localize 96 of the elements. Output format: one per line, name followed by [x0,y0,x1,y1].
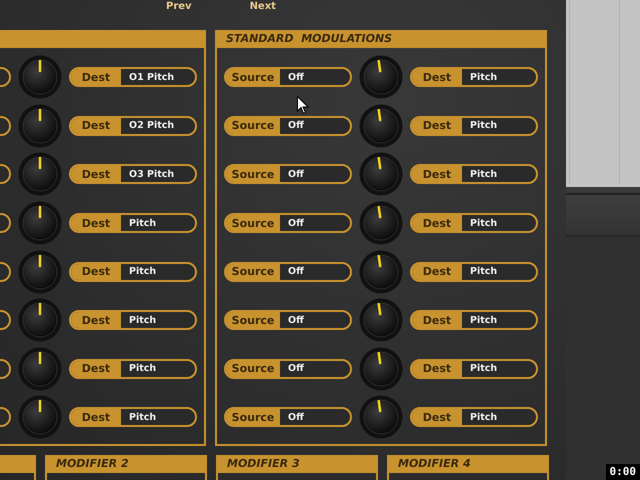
field-value: Pitch [469,70,498,85]
knob[interactable] [359,104,403,148]
source-field[interactable]: Source Off [224,358,352,379]
field-value: Pitch [128,314,158,328]
field-value: Pitch [469,410,498,425]
knob[interactable] [359,250,403,294]
knob[interactable] [18,152,62,196]
field-label: Dest [412,312,462,328]
source-field[interactable]: Source Off [224,116,352,136]
field-value: Off [287,410,305,425]
cursor-icon [297,96,309,115]
dest-field[interactable]: Dest O1 Pitch [69,67,197,88]
field-value: Off [287,362,305,376]
field-label: Dest [412,360,462,377]
field-value: Pitch [128,265,158,280]
nav-link[interactable]: Next [250,0,276,14]
knob[interactable] [18,201,62,246]
field-value: Off [287,265,305,280]
source-field[interactable]: Source Off [224,262,352,282]
source-field[interactable]: Source Off [224,67,352,88]
field-label: Dest [71,264,121,280]
field-label: Source [226,360,280,377]
field-value: Pitch [128,362,158,376]
field-value: O3 Pitch [128,168,176,182]
knob[interactable] [18,298,62,342]
dest-field[interactable]: Dest O2 Pitch [69,116,197,136]
dest-field[interactable]: Dest Pitch [69,262,197,282]
field-value: Pitch [469,265,498,280]
field-value: Off [287,70,305,85]
dest-field[interactable]: Dest Pitch [410,116,538,136]
field-value: Off [287,119,305,134]
knob[interactable] [18,104,62,148]
knob[interactable] [359,346,403,391]
field-label: Dest [412,264,462,280]
field-label: Source [226,118,280,134]
field-label: Dest [412,69,462,86]
field-label: Dest [71,118,121,134]
field-label: Dest [412,409,462,426]
field-label: Source [226,312,280,328]
field-label: Dest [71,215,121,232]
source-field[interactable]: Source Off [224,164,352,184]
field-label: Source [226,409,280,426]
knob[interactable] [359,55,403,100]
field-value: Pitch [128,216,158,231]
knob[interactable] [18,55,62,100]
dest-field[interactable]: Dest Pitch [410,262,538,282]
dest-field[interactable]: Dest O3 Pitch [69,164,197,184]
field-label: Source [226,215,280,232]
knob[interactable] [18,346,62,391]
field-label: Dest [71,166,121,182]
field-label: Dest [412,215,462,232]
modifier-title: MODIFIER 2 [47,455,205,473]
field-value: O2 Pitch [128,119,176,134]
dest-field[interactable]: Dest Pitch [69,358,197,379]
knob[interactable] [359,298,403,342]
time-display: 0:00 [606,464,640,480]
field-value: Pitch [128,410,158,425]
field-value: Off [287,314,305,328]
dest-field[interactable]: Dest Pitch [69,213,197,234]
field-label: Source [226,69,280,86]
knob[interactable] [359,201,403,246]
dest-field[interactable]: Dest Pitch [69,407,197,428]
dest-field[interactable]: Dest Pitch [69,310,197,330]
field-value: Pitch [469,119,498,134]
field-label: Dest [71,69,121,86]
field-value: Off [287,216,305,231]
knob[interactable] [18,395,62,440]
field-value: Pitch [469,362,498,376]
dest-field[interactable]: Dest Pitch [410,67,538,88]
field-label: Source [226,264,280,280]
dest-field[interactable]: Dest Pitch [410,164,538,184]
dest-field[interactable]: Dest Pitch [410,213,538,234]
field-label: Dest [71,360,121,377]
dest-field[interactable]: Dest Pitch [410,358,538,379]
field-label: Dest [71,409,121,426]
field-label: Dest [412,118,462,134]
modifier-title: MODIFIER 4 [389,455,547,473]
source-field[interactable]: Source Off [224,310,352,330]
dest-field[interactable]: Dest Pitch [410,310,538,330]
field-label: Dest [71,312,121,328]
knob[interactable] [18,250,62,294]
field-value: Pitch [469,216,498,231]
field-value: Pitch [469,314,498,328]
field-label: Source [226,166,280,182]
nav-link[interactable]: Prev [166,0,192,14]
knob[interactable] [359,152,403,196]
source-field[interactable]: Source Off [224,213,352,234]
field-value: Pitch [469,168,498,182]
modifier-title: MODIFIER 3 [218,455,376,473]
source-field[interactable]: Source Off [224,407,352,428]
panel-title: STANDARD MODULATIONS [217,30,545,48]
field-value: O1 Pitch [128,70,176,85]
knob[interactable] [359,395,403,440]
dest-field[interactable]: Dest Pitch [410,407,538,428]
field-value: Off [287,168,305,182]
field-label: Dest [412,166,462,182]
